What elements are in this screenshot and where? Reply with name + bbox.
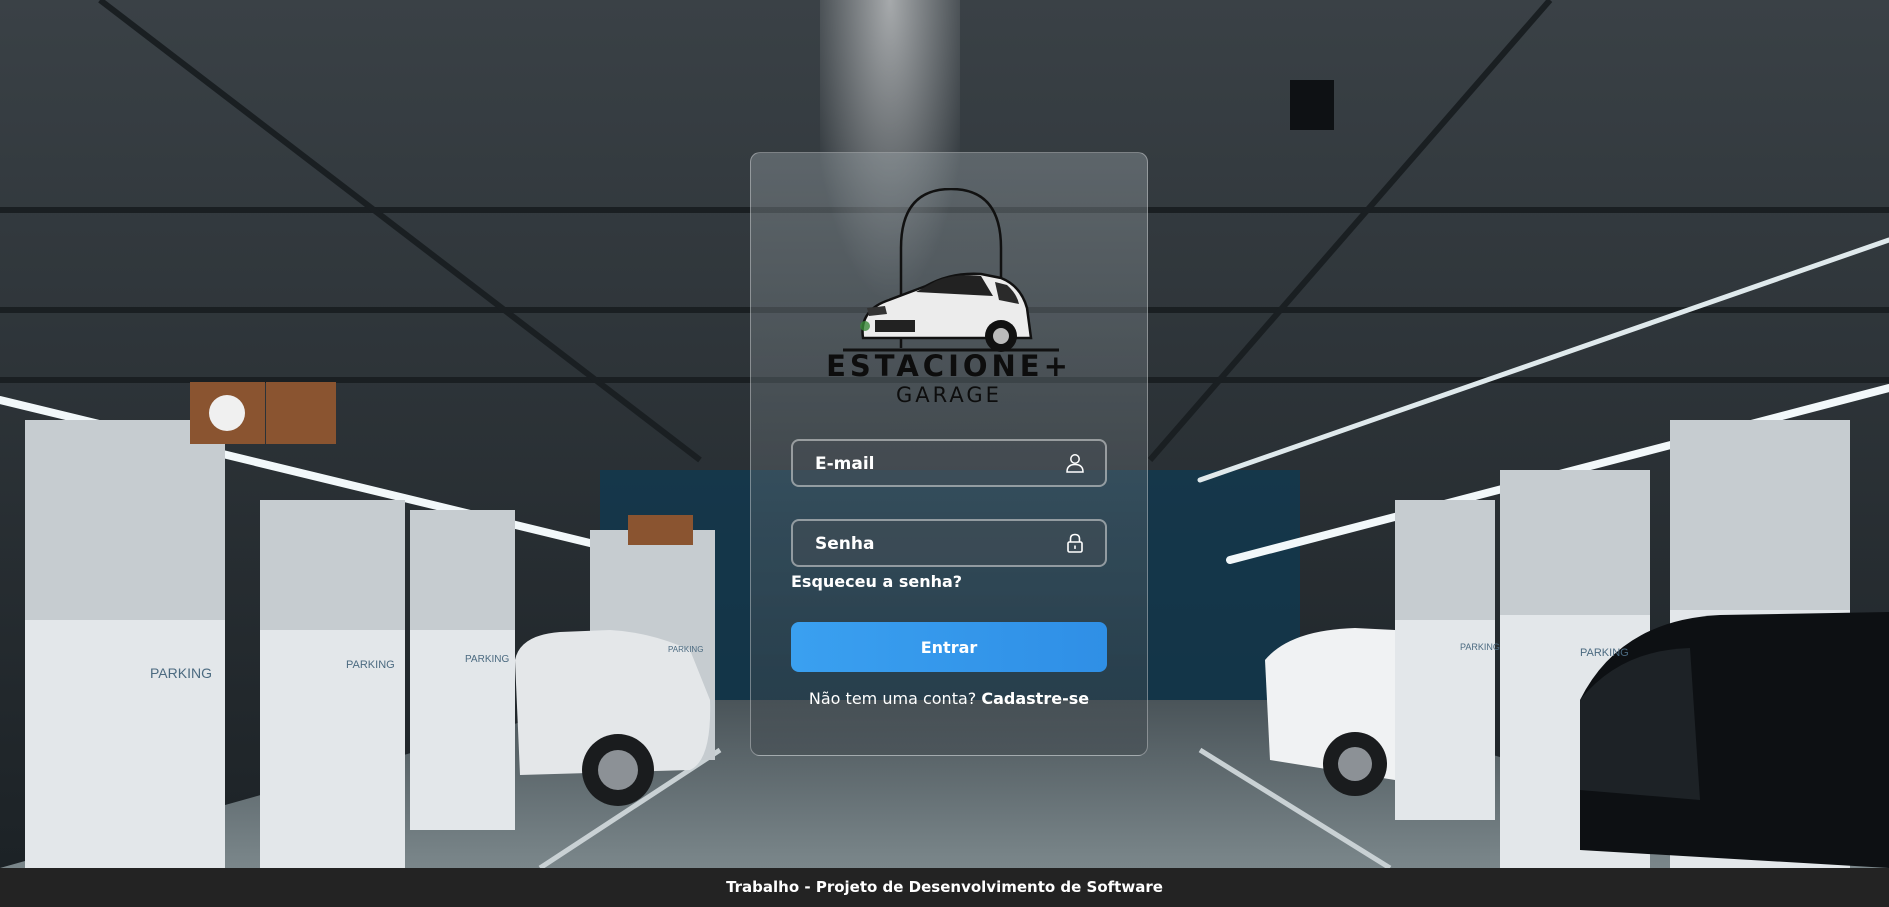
pillar-sign: PARKING [1580,647,1629,659]
signup-prompt: Não tem uma conta? Cadastre-se [751,689,1147,708]
signup-link[interactable]: Cadastre-se [981,689,1089,708]
email-field[interactable] [791,439,1107,487]
login-button[interactable]: Entrar [791,622,1107,672]
pillar-sign: PARKING [668,645,703,654]
pillar-sign: PARKING [465,654,509,665]
brand-name: ESTACIONE+ [826,349,1072,383]
pillar-sign: PARKING [1460,642,1500,652]
pillar-sign: PARKING [150,665,212,681]
login-card: ESTACIONE+ GARAGE Esqueceu a senha? Entr… [750,152,1148,756]
password-field[interactable] [791,519,1107,567]
lock-icon [1067,533,1083,553]
no-account-text: Não tem uma conta? [808,689,977,708]
email-input[interactable] [813,441,1057,487]
pillar-sign: PARKING [346,659,395,671]
car-logo-icon [843,188,1059,352]
user-icon [1066,454,1084,473]
password-input[interactable] [813,521,1057,567]
brand-subtitle: GARAGE [896,383,1002,407]
footer-text: Trabalho - Projeto de Desenvolvimento de… [726,878,1163,896]
footer: Trabalho - Projeto de Desenvolvimento de… [0,868,1889,907]
forgot-password-link[interactable]: Esqueceu a senha? [791,572,962,591]
